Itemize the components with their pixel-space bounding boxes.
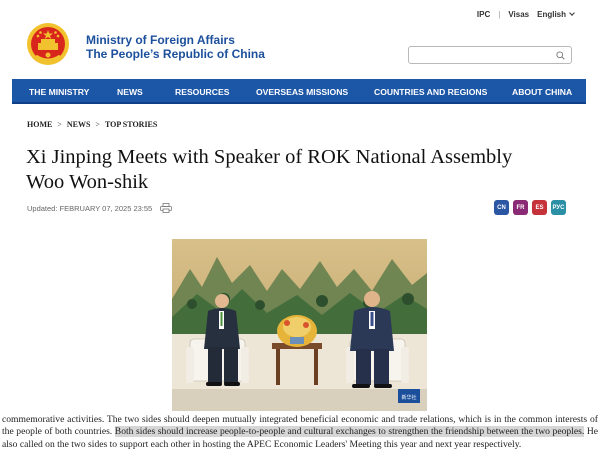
site-title-line1: Ministry of Foreign Affairs — [86, 33, 235, 47]
page-title: Xi Jinping Meets with Speaker of ROK Nat… — [26, 145, 576, 195]
utility-separator: | — [498, 10, 501, 19]
breadcrumb-top-stories[interactable]: TOP STORIES — [105, 120, 157, 129]
lang-badge-label: РУС — [552, 204, 565, 211]
lang-badge-label: ES — [535, 204, 544, 211]
nav-item-about-china[interactable]: ABOUT CHINA — [512, 87, 572, 97]
lang-badge-label: CN — [497, 204, 506, 211]
page-title-line1: Xi Jinping Meets with Speaker of ROK Nat… — [26, 146, 513, 168]
print-icon[interactable] — [160, 203, 173, 213]
breadcrumb-separator: > — [57, 120, 62, 129]
lang-badge-ru[interactable]: РУС — [551, 200, 566, 215]
site-title-line2: The People’s Republic of China — [86, 47, 265, 61]
breadcrumb-home[interactable]: HOME — [27, 120, 52, 129]
page-title-line2: Woo Won-shik — [26, 171, 149, 193]
lang-badge-fr[interactable]: FR — [513, 200, 528, 215]
site-title[interactable]: Ministry of Foreign Affairs The People’s… — [86, 33, 265, 61]
search-icon[interactable] — [556, 51, 565, 60]
search-input[interactable] — [413, 49, 549, 61]
highlighted-text: Both sides should increase people-to-peo… — [114, 426, 585, 438]
breadcrumb: HOME > NEWS > TOP STORIES — [27, 120, 157, 129]
ipc-link[interactable]: IPC — [477, 10, 490, 19]
chevron-down-icon — [569, 10, 575, 16]
nav-item-the-ministry[interactable]: THE MINISTRY — [29, 87, 89, 97]
main-nav: THE MINISTRY NEWS RESOURCES OVERSEAS MIS… — [12, 79, 586, 104]
nav-item-countries-and-regions[interactable]: COUNTRIES AND REGIONS — [374, 87, 487, 97]
updated-timestamp: Updated: FEBRUARY 07, 2025 23:55 — [27, 203, 153, 213]
breadcrumb-news[interactable]: NEWS — [67, 120, 91, 129]
language-label: English — [537, 10, 566, 19]
breadcrumb-separator: > — [95, 120, 100, 129]
nav-item-overseas-missions[interactable]: OVERSEAS MISSIONS — [256, 87, 348, 97]
language-badges: CN FR ES РУС — [494, 200, 566, 215]
nav-item-news[interactable]: NEWS — [117, 87, 143, 97]
updated-meta: Updated: FEBRUARY 07, 2025 23:55 — [27, 203, 173, 213]
lang-badge-label: FR — [516, 204, 525, 211]
article-photo: 新华社 — [172, 239, 427, 411]
lang-badge-es[interactable]: ES — [532, 200, 547, 215]
utility-bar: IPC | Visas English — [477, 10, 575, 19]
search-box — [408, 46, 572, 64]
national-emblem-logo[interactable] — [26, 22, 70, 66]
nav-item-resources[interactable]: RESOURCES — [175, 87, 229, 97]
lang-badge-cn[interactable]: CN — [494, 200, 509, 215]
article-body: commemorative activities. The two sides … — [0, 414, 600, 451]
visas-link[interactable]: Visas — [508, 10, 529, 19]
language-selector[interactable]: English — [537, 10, 575, 19]
photo-watermark: 新华社 — [401, 394, 416, 401]
